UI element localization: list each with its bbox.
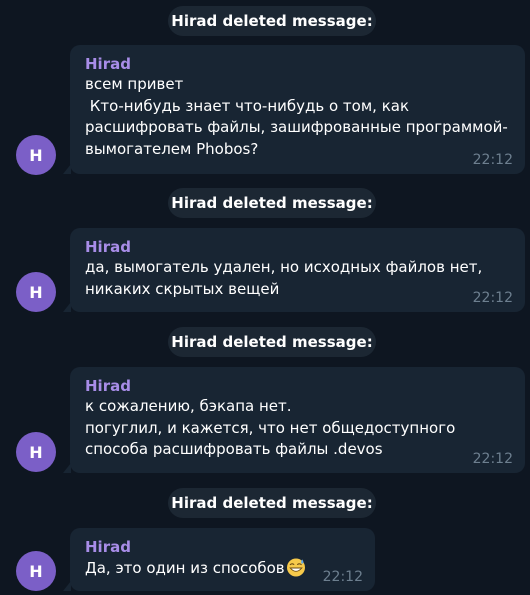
message-time: 22:12: [472, 152, 513, 168]
avatar-initial: H: [29, 561, 43, 581]
avatar-initial: H: [29, 282, 43, 302]
service-message-text: Hirad deleted message:: [171, 194, 373, 212]
bubble-tail: [63, 302, 71, 312]
bubble-tail: [63, 463, 71, 473]
bubble-tail: [63, 164, 71, 174]
sender-name[interactable]: Hirad: [85, 237, 511, 257]
avatar-initial: H: [29, 442, 43, 462]
service-message-deleted: Hirad deleted message:: [168, 6, 376, 36]
sender-name[interactable]: Hirad: [85, 54, 511, 74]
avatar[interactable]: H: [16, 272, 56, 312]
sender-name[interactable]: Hirad: [85, 537, 305, 557]
chat-history[interactable]: Hirad deleted message: H Hirad всем прив…: [0, 0, 530, 595]
service-message-deleted: Hirad deleted message:: [168, 327, 376, 357]
message-text: всем привет Кто-нибудь знает что-нибудь …: [85, 75, 508, 158]
avatar[interactable]: H: [16, 135, 56, 175]
message-text-content: Да, это один из способов: [85, 559, 285, 577]
message-text: к сожалению, бэкапа нет. погуглил, и каж…: [85, 397, 456, 458]
sender-name[interactable]: Hirad: [85, 376, 511, 396]
message-bubble[interactable]: Hirad Да, это один из способов 22:12: [63, 528, 375, 591]
message-time: 22:12: [472, 451, 513, 467]
service-message-text: Hirad deleted message:: [171, 12, 373, 30]
grinning-sweat-emoji-icon: [286, 558, 305, 577]
service-message-deleted: Hirad deleted message:: [168, 488, 376, 518]
message-time: 22:12: [472, 290, 513, 306]
service-message-text: Hirad deleted message:: [171, 333, 373, 351]
service-message-text: Hirad deleted message:: [171, 494, 373, 512]
message-text: Да, это один из способов: [85, 557, 305, 580]
message-time: 22:12: [322, 569, 363, 585]
bubble-tail: [63, 581, 71, 591]
service-message-deleted: Hirad deleted message:: [168, 188, 376, 218]
avatar-initial: H: [29, 145, 43, 165]
avatar[interactable]: H: [16, 432, 56, 472]
message-bubble[interactable]: Hirad да, вымогатель удален, но исходных…: [63, 228, 525, 312]
message-text: да, вымогатель удален, но исходных файло…: [85, 258, 488, 298]
message-bubble[interactable]: Hirad всем привет Кто-нибудь знает что-н…: [63, 45, 525, 174]
avatar[interactable]: H: [16, 551, 56, 591]
message-bubble[interactable]: Hirad к сожалению, бэкапа нет. погуглил,…: [63, 367, 525, 473]
